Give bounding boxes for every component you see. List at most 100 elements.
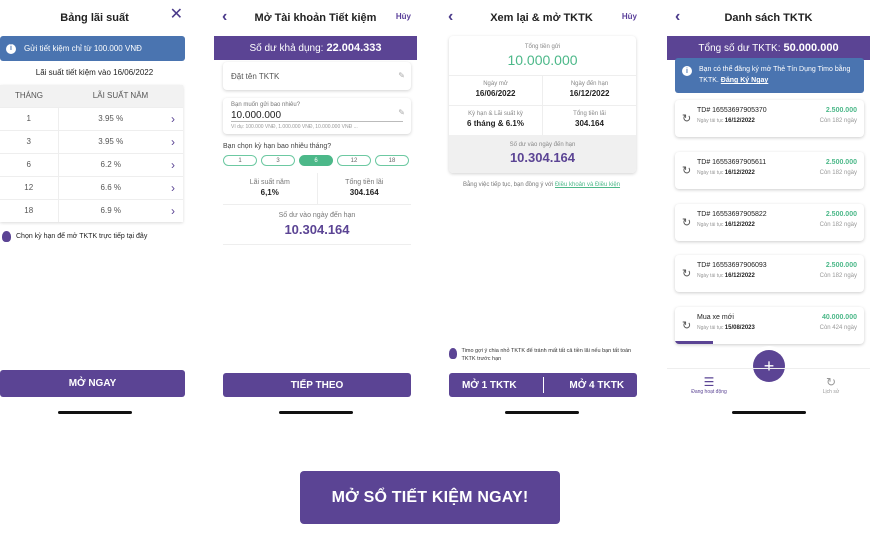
stage: Bảng lãi suất ✕ i Gửi tiết kiệm chỉ từ 1… [0,0,877,547]
term-cell: 3 [0,129,58,153]
renew-icon: ↻ [682,165,692,177]
days-remaining: Còn 182 ngày [819,222,857,228]
rate-cell: 3.95 % [57,129,163,153]
cancel-button[interactable]: Hủy [396,12,411,21]
rate-row[interactable]: 6 6.2 % › [0,152,183,176]
account-name: TD# 16553697906093 [697,262,767,269]
cancel-button[interactable]: Hủy [622,12,637,21]
chevron-right-icon[interactable]: › [163,106,183,130]
open-value: 16/06/2022 [475,89,516,98]
rate-row[interactable]: 12 6.6 % › [0,175,183,199]
account-card[interactable]: ↻ Mua xe mới Ngày tái tục 15/08/2023 40.000… [675,307,864,344]
review-card: Tổng tiền gửi 10.000.000 Ngày mở 16/06/2… [449,36,636,173]
term-value: 6 tháng & 6.1% [467,119,524,128]
open-1-button[interactable]: MỞ 1 TKTK [462,380,517,391]
tab-history-label: Lịch sử [822,389,840,395]
interest-value: 304.164 [349,188,379,197]
chevron-right-icon[interactable]: › [163,152,183,176]
rate-row[interactable]: 1 3.95 % › [0,106,183,130]
tab-active-label: Đang hoạt động [691,389,727,395]
open-now-button[interactable]: MỞ NGAY [0,370,185,397]
agree-prefix: Bằng việc tiếp tục, bạn đồng ý với [462,182,554,188]
account-card[interactable]: ↻ TD# 16553697905611 Ngày tái tục 16/12/20… [675,152,864,189]
renew-date: Ngày tái tục 16/12/2022 [697,118,755,124]
rate-value: 6,1% [260,188,279,197]
renew-date-value: 16/12/2022 [724,118,755,124]
open-savings-screen: ‹ Mở Tài khoản Tiết kiệm Hủy Số dư khả d… [214,0,417,418]
pencil-icon: ✎ [398,71,405,80]
rate-label: Lãi suất năm [249,179,290,186]
next-button[interactable]: TIẾP THEO [223,373,411,397]
days-remaining: Còn 424 ngày [819,325,857,331]
amount-example: Ví dụ: 100.000 VNĐ, 1.000.000 VNĐ, 10.00… [231,124,358,130]
term-chip[interactable]: 6 [299,155,333,166]
rate-cell: 6.6 % [57,175,163,199]
close-icon[interactable]: ✕ [170,7,183,23]
header: ‹ Danh sách TKTK [667,0,870,36]
term-chip[interactable]: 18 [375,155,409,166]
days-remaining: Còn 182 ngày [819,273,857,279]
account-card[interactable]: ↻ TD# 16553697905822 Ngày tái tục 16/12/20… [675,204,864,241]
tab-history[interactable]: ↻ Lịch sử [801,375,861,395]
renew-date-label: Ngày tái tục [697,222,724,228]
renew-date-value: 16/12/2022 [724,273,755,279]
maturity-value: 10.304.164 [509,150,576,165]
home-indicator [731,411,806,414]
interest-cell: Tổng tiền lãi 304.164 [316,173,412,204]
account-amount: 2.500.000 [825,211,857,218]
rate-cell: 6.9 % [57,198,163,222]
lightbulb-icon [449,348,457,359]
credit-card-notice: i Bạn có thể đăng ký mở Thẻ Tín Dụng Tim… [675,58,864,93]
renew-icon: ↻ [682,320,692,332]
back-icon[interactable]: ‹ [675,9,680,25]
summary-row: Lãi suất năm 6,1% Tổng tiền lãi 304.164 [223,173,411,205]
account-amount: 2.500.000 [825,107,857,114]
renew-date-value: 16/12/2022 [724,222,755,228]
renew-date: Ngày tái tục 16/12/2022 [697,170,755,176]
rate-row[interactable]: 3 3.95 % › [0,129,183,153]
interest-cell: Tổng tiền lãi 304.164 [543,111,636,128]
col-term-header: THÁNG [0,85,58,107]
register-link[interactable]: Đăng Ký Ngay [721,77,768,84]
term-hint: Chọn kỳ hạn để mở TKTK trực tiếp tại đây [0,231,189,242]
col-rate-header: LÃI SUẤT NĂM [58,85,183,107]
back-icon[interactable]: ‹ [448,9,453,25]
account-card[interactable]: ↻ TD# 16553697906093 Ngày tái tục 16/12/20… [675,255,864,292]
rate-cell: 6.2 % [57,152,163,176]
tab-active[interactable]: ☰ Đang hoạt động [679,375,739,395]
info-icon: i [682,66,692,76]
balance-label: Số dư khả dụng: [249,42,324,54]
page-title: Xem lại & mở TKTK [490,12,593,24]
amount-label: Bạn muốn gửi bao nhiêu? [231,102,301,108]
due-label: Ngày đến hạn [570,81,609,87]
chevron-right-icon[interactable]: › [163,198,183,222]
rate-row[interactable]: 18 6.9 % › [0,198,183,222]
review-screen: ‹ Xem lại & mở TKTK Hủy Tổng tiền gửi 10… [440,0,643,418]
terms-link[interactable]: Điều khoản và Điều kiện [555,182,620,188]
header: ‹ Mở Tài khoản Tiết kiệm Hủy [214,0,417,36]
term-chip[interactable]: 1 [223,155,257,166]
renew-date: Ngày tái tục 16/12/2022 [697,273,755,279]
renew-date: Ngày tái tục 15/08/2023 [697,325,755,331]
chevron-right-icon[interactable]: › [163,175,183,199]
open-savings-cta-button[interactable]: MỞ SỔ TIẾT KIỆM NGAY! [300,471,560,524]
maturity-value: 10.304.164 [284,222,350,237]
open-4-button[interactable]: MỞ 4 TKTK [569,380,624,391]
account-amount: 2.500.000 [825,159,857,166]
due-value: 16/12/2022 [569,89,610,98]
info-icon: i [6,43,16,54]
balance-value: 22.004.333 [326,42,382,54]
chevron-right-icon[interactable]: › [163,129,183,153]
renew-date: Ngày tái tục 16/12/2022 [697,222,755,228]
account-name-placeholder: Đặt tên TKTK [231,72,280,81]
account-card[interactable]: ↻ TD# 16553697905370 Ngày tái tục 16/12/20… [675,100,864,137]
term-chip[interactable]: 3 [261,155,295,166]
header: ‹ Xem lại & mở TKTK Hủy [440,0,643,36]
list-icon: ☰ [703,375,715,389]
account-name: TD# 16553697905822 [697,211,767,218]
amount-field[interactable]: Bạn muốn gửi bao nhiêu? 10.000.000 Ví dụ… [223,98,411,134]
term-label: Bạn chọn kỳ hạn bao nhiêu tháng? [223,143,332,150]
account-name-field[interactable]: Đặt tên TKTK ✎ [223,62,411,90]
back-icon[interactable]: ‹ [222,9,227,25]
term-chip[interactable]: 12 [337,155,371,166]
